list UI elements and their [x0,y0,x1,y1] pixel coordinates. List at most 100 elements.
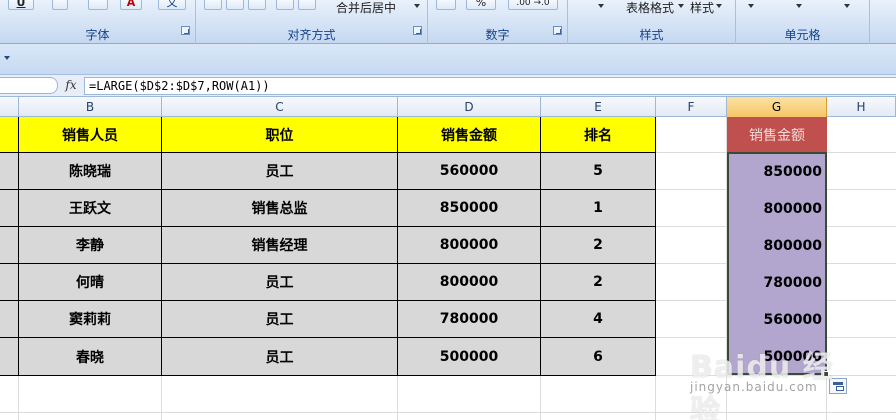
fill-handle[interactable] [823,371,829,377]
cell-g3[interactable]: 800000 [729,191,825,228]
align-right-button[interactable] [248,0,266,10]
gridline [0,412,896,413]
cell-c6[interactable]: 员工 [162,301,398,338]
header-salesperson[interactable]: 销售人员 [19,117,162,153]
cell-g5[interactable]: 780000 [729,265,825,302]
cell-a7[interactable] [0,338,19,376]
cell-e6[interactable]: 4 [541,301,656,338]
decrease-decimal-button[interactable]: .00 →.0 [508,0,558,10]
font-group-label: 字体 [85,28,110,42]
cell-d3[interactable]: 850000 [398,190,541,227]
ribbon: U A 文 字体 合并后居中 对齐方式 % .00 →.0 数字 表格格式 样式… [0,0,896,44]
styles-group: 表格格式 样式 样式 [568,0,736,44]
cell-e2[interactable]: 5 [541,153,656,190]
column-header-f[interactable]: F [656,97,727,117]
cell-a2[interactable] [0,153,19,190]
align-left-button[interactable] [204,0,222,10]
percent-style-button[interactable]: % [466,0,496,10]
cell-a1[interactable] [0,117,19,153]
cell-c4[interactable]: 销售经理 [162,227,398,264]
column-headers: B C D E F G H [0,97,896,117]
font-color-button[interactable]: A [120,0,142,10]
cell-c3[interactable]: 销售总监 [162,190,398,227]
cell-c5[interactable]: 员工 [162,264,398,301]
column-header-a-partial[interactable] [0,97,19,117]
indent-increase-button[interactable] [298,0,316,10]
cell-a4[interactable] [0,227,19,264]
conditional-format-dropdown-icon[interactable] [598,4,604,8]
format-as-table-button[interactable]: 表格格式 [626,0,674,16]
cell-d6[interactable]: 780000 [398,301,541,338]
cell-c7[interactable]: 员工 [162,338,398,376]
cell-g1[interactable]: 销售金额 [727,117,827,152]
auto-fill-options-icon-bar [833,382,843,385]
insert-function-icon[interactable]: fx [60,77,82,94]
cell-g4[interactable]: 800000 [729,228,825,265]
styles-group-label: 样式 [639,28,664,42]
alignment-dialog-launcher-icon[interactable] [413,26,422,35]
cells-group: 单元格 [736,0,870,44]
cell-g7[interactable]: 500000 [729,339,825,375]
insert-cells-dropdown-icon[interactable] [748,4,754,8]
cell-d5[interactable]: 800000 [398,264,541,301]
alignment-group-label: 对齐方式 [287,28,336,42]
cell-e4[interactable]: 2 [541,227,656,264]
column-header-b[interactable]: B [19,97,162,117]
number-group-label: 数字 [485,28,510,42]
cell-a6[interactable] [0,301,19,338]
customize-arrow-icon[interactable] [4,56,10,60]
cell-e5[interactable]: 2 [541,264,656,301]
cell-a5[interactable] [0,264,19,301]
cell-e3[interactable]: 1 [541,190,656,227]
cell-styles-button[interactable]: 样式 [690,0,714,16]
cell-g6[interactable]: 560000 [729,302,825,339]
merge-center-dropdown-icon[interactable] [414,4,420,8]
selected-range-g2-g7[interactable]: 850000 800000 800000 780000 560000 50000… [727,152,827,375]
cell-b5[interactable]: 何晴 [19,264,162,301]
fill-color-button[interactable] [88,0,108,10]
worksheet-grid[interactable]: 销售人员 职位 销售金额 排名 陈晓瑞 员工 560000 5 王跃文 销售总监… [0,117,896,420]
column-header-c[interactable]: C [162,97,398,117]
align-center-button[interactable] [226,0,244,10]
format-cells-dropdown-icon[interactable] [844,4,850,8]
name-box[interactable] [0,77,58,94]
number-dialog-launcher-icon[interactable] [553,26,562,35]
formula-bar: fx =LARGE($D$2:$D$7,ROW(A1)) [0,75,896,97]
cell-c2[interactable]: 员工 [162,153,398,190]
column-header-e[interactable]: E [541,97,656,117]
cell-b6[interactable]: 窦莉莉 [19,301,162,338]
format-as-table-dropdown-icon[interactable] [678,4,684,8]
cells-group-label: 单元格 [784,28,821,42]
quick-access-strip [0,44,896,75]
number-group: % .00 →.0 数字 [428,0,568,44]
underline-button[interactable]: U [8,0,34,10]
merge-center-button[interactable]: 合并后居中 [336,0,396,16]
cell-styles-dropdown-icon[interactable] [716,4,722,8]
cell-d7[interactable]: 500000 [398,338,541,376]
column-header-g[interactable]: G [727,97,827,117]
header-sales-amount[interactable]: 销售金额 [398,117,541,153]
column-header-d[interactable]: D [398,97,541,117]
cell-g2[interactable]: 850000 [729,154,825,191]
phonetic-button[interactable]: 文 [158,0,186,10]
cell-d2[interactable]: 560000 [398,153,541,190]
delete-cells-dropdown-icon[interactable] [796,4,802,8]
cell-b2[interactable]: 陈晓瑞 [19,153,162,190]
column-header-h[interactable]: H [827,97,896,117]
formula-input[interactable]: =LARGE($D$2:$D$7,ROW(A1)) [84,77,896,95]
cell-b4[interactable]: 李静 [19,227,162,264]
auto-fill-options-icon-box [836,386,844,391]
font-group: U A 文 字体 [0,0,196,44]
indent-decrease-button[interactable] [276,0,294,10]
cell-d4[interactable]: 800000 [398,227,541,264]
cell-e7[interactable]: 6 [541,338,656,376]
cell-a3[interactable] [0,190,19,227]
currency-format-button[interactable] [436,0,456,10]
cell-b7[interactable]: 春晓 [19,338,162,376]
auto-fill-options-icon[interactable] [829,378,847,394]
border-button[interactable] [52,0,68,10]
cell-b3[interactable]: 王跃文 [19,190,162,227]
header-rank[interactable]: 排名 [541,117,656,153]
header-position[interactable]: 职位 [162,117,398,153]
font-dialog-launcher-icon[interactable] [181,26,190,35]
